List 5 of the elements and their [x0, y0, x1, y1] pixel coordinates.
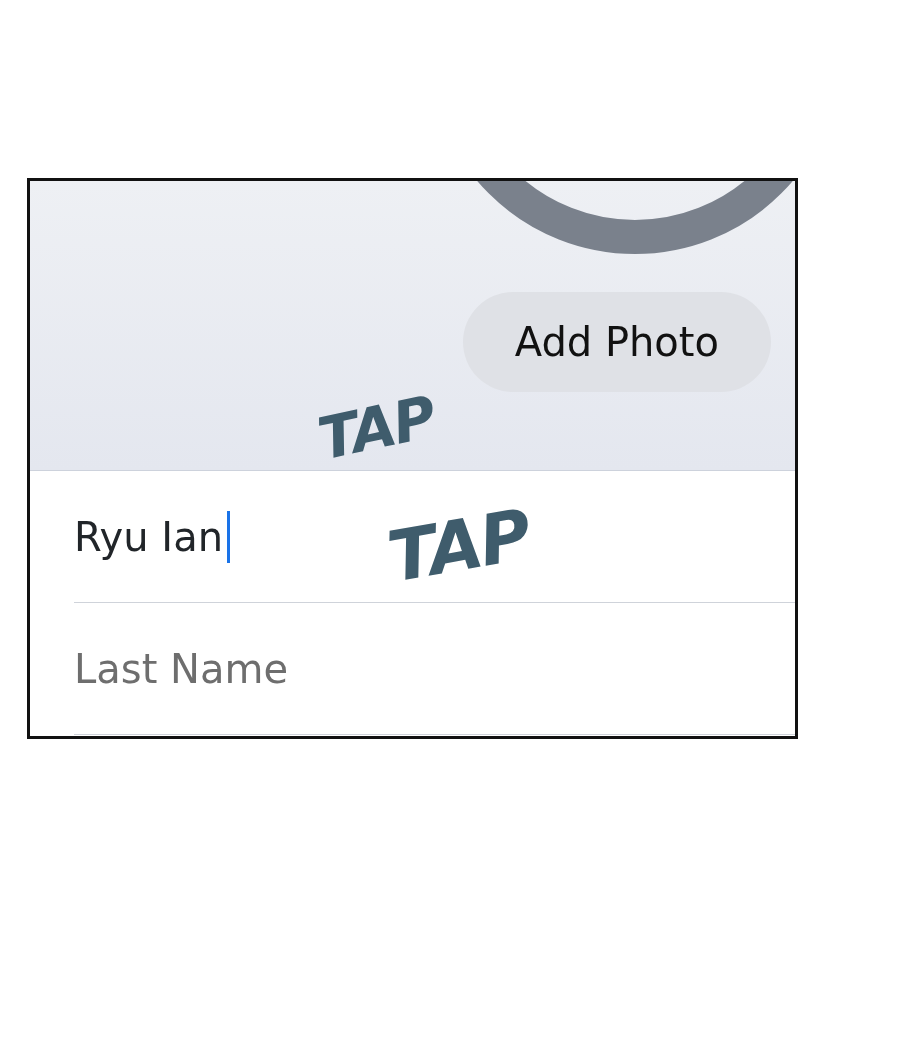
text-field[interactable]: Ryu Ian	[74, 506, 230, 567]
sound-effect-text: TAP	[313, 387, 440, 469]
last-name-field[interactable]: Last Name	[74, 638, 795, 699]
add-photo-button[interactable]: Add Photo	[462, 292, 771, 392]
sound-effect-text: TAP	[383, 499, 535, 593]
